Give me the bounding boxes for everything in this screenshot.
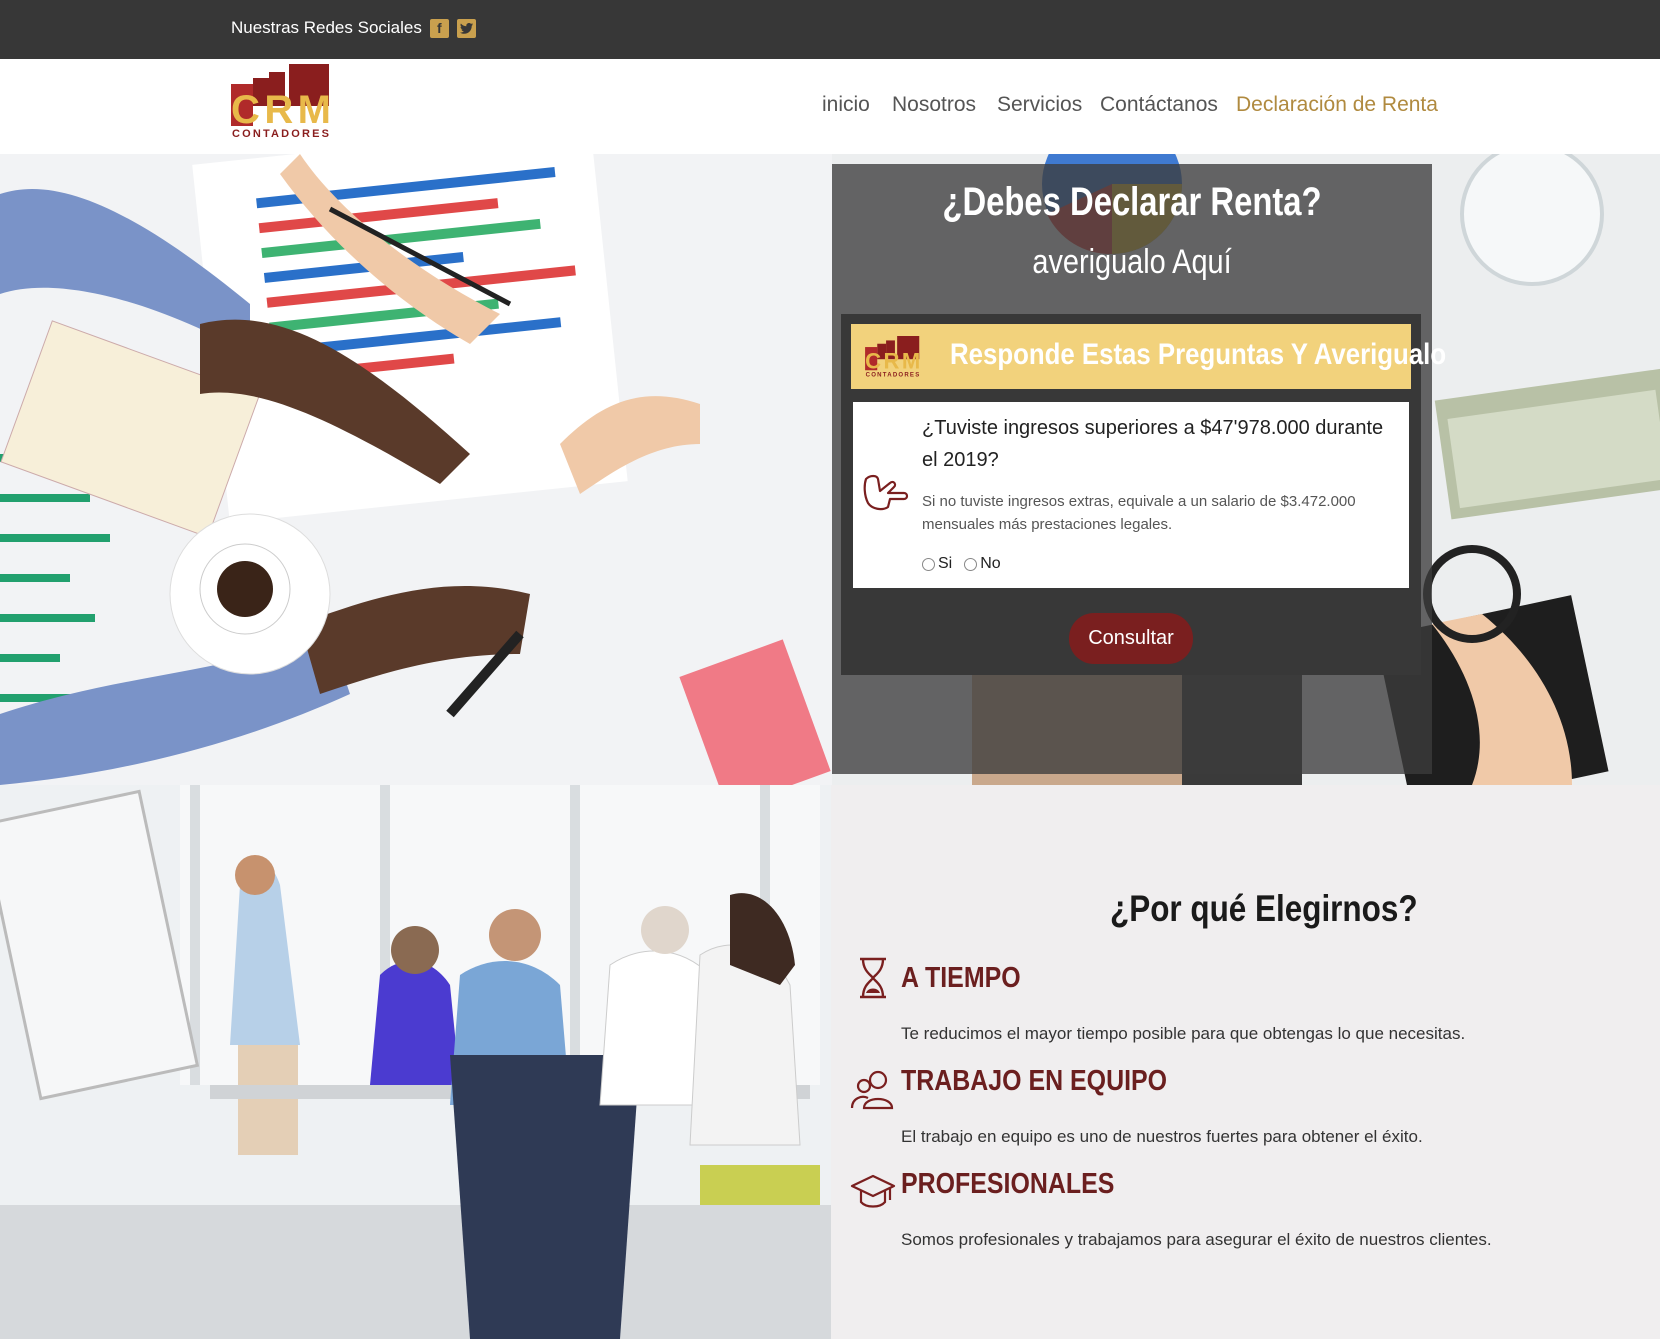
radio-no-label: No xyxy=(980,555,1001,572)
pointing-hand-icon xyxy=(863,474,909,511)
hero-title: ¿Debes Declarar Renta? xyxy=(942,180,1322,224)
quiz-header-title: Responde Estas Preguntas Y Averigualo xyxy=(950,338,1447,371)
hero-subtitle: averigualo Aquí xyxy=(1032,243,1232,281)
quiz-logo: CRM CONTADORES xyxy=(865,336,920,378)
why-title: ¿Por qué Elegirnos? xyxy=(1110,888,1418,929)
why-section xyxy=(831,785,1660,1339)
feature-title-profesionales: PROFESIONALES xyxy=(901,1168,1115,1200)
feature-text-a-tiempo: Te reducimos el mayor tiempo posible par… xyxy=(901,1024,1466,1043)
question-hint: Si no tuviste ingresos extras, equivale … xyxy=(922,493,1356,533)
feature-title-a-tiempo: A TIEMPO xyxy=(901,962,1021,994)
meeting-image xyxy=(0,785,831,1339)
feature-text-trabajo-en-equipo: El trabajo en equipo es uno de nuestros … xyxy=(901,1127,1423,1146)
nav-item-servicios[interactable]: Servicios xyxy=(997,93,1082,117)
nav-item-declaracion-renta[interactable]: Declaración de Renta xyxy=(1236,93,1438,117)
radio-no[interactable] xyxy=(964,557,978,571)
consultar-button[interactable]: Consultar xyxy=(1069,613,1193,664)
facebook-icon[interactable]: f xyxy=(429,18,449,38)
hourglass-icon xyxy=(860,957,886,999)
logo-letters: CRM xyxy=(231,88,331,132)
hero-image-left xyxy=(0,154,832,785)
social-links: Nuestras Redes Sociales f xyxy=(231,18,476,38)
quiz-logo-letters: CRM xyxy=(865,349,920,374)
team-icon xyxy=(850,1070,894,1110)
nav-item-nosotros[interactable]: Nosotros xyxy=(892,93,976,117)
top-bar: Nuestras Redes Sociales f xyxy=(0,0,1660,59)
logo-subtitle: CONTADORES xyxy=(232,128,329,140)
graduation-cap-icon xyxy=(850,1174,896,1208)
radio-si-label: Si xyxy=(938,555,953,572)
twitter-icon[interactable] xyxy=(456,18,476,38)
crm-logo[interactable]: CRM CONTADORES xyxy=(231,64,332,140)
question-text: ¿Tuviste ingresos superiores a $47'978.0… xyxy=(922,417,1384,471)
quiz-logo-subtitle: CONTADORES xyxy=(866,372,920,378)
meeting-photo xyxy=(0,785,831,1339)
nav-item-inicio[interactable]: inicio xyxy=(822,93,870,117)
feature-text-profesionales: Somos profesionales y trabajamos para as… xyxy=(901,1230,1492,1249)
office-desk-image xyxy=(0,154,832,785)
social-label: Nuestras Redes Sociales xyxy=(231,18,422,37)
feature-title-trabajo-en-equipo: TRABAJO EN EQUIPO xyxy=(901,1065,1168,1097)
nav-item-contactanos[interactable]: Contáctanos xyxy=(1100,93,1218,117)
answer-options: Si No xyxy=(922,555,1001,573)
radio-si[interactable] xyxy=(922,557,935,571)
